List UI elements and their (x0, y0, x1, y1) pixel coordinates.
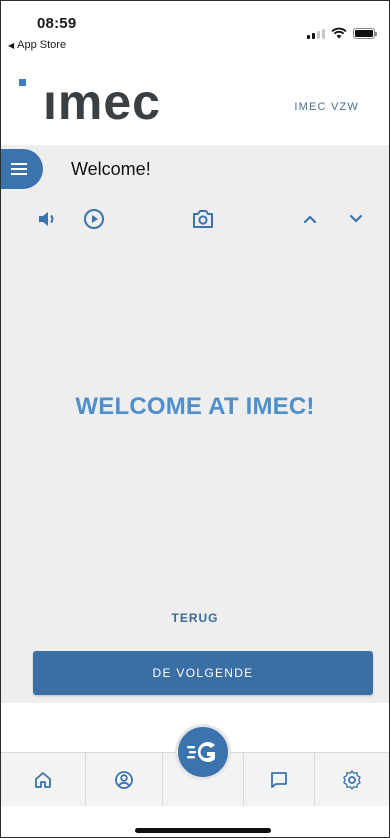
system-icons (307, 27, 377, 39)
speaker-icon (39, 212, 54, 226)
back-app-label: App Store (17, 39, 67, 51)
media-controls (1, 193, 389, 245)
company-name: IMEC VZW (294, 101, 359, 113)
app-header: ımec IMEC VZW (1, 57, 389, 145)
back-to-app-link[interactable]: ◀ App Store (8, 39, 66, 51)
home-icon (35, 772, 51, 788)
wifi-icon (331, 27, 347, 39)
play-icon (84, 209, 104, 229)
nav-profile[interactable] (86, 753, 162, 807)
settings-icon (343, 770, 361, 790)
next-button[interactable]: DE VOLGENDE (33, 651, 373, 695)
chat-icon (271, 772, 287, 788)
camera-button[interactable] (191, 207, 215, 231)
brand-action-button[interactable] (175, 724, 231, 780)
back-button[interactable]: TERUG (1, 611, 389, 625)
brand-icon (187, 742, 215, 762)
chevron-down-icon (349, 214, 363, 223)
home-bar (1, 806, 389, 837)
home-indicator[interactable] (135, 828, 271, 833)
profile-icon (115, 771, 133, 789)
speaker-button[interactable] (35, 207, 59, 231)
scroll-down-button[interactable] (344, 207, 368, 231)
nav-chat[interactable] (244, 753, 314, 807)
battery-icon (353, 27, 377, 39)
logo-dot (19, 79, 26, 86)
status-bar: 08:59 ◀ App Store (1, 1, 389, 57)
signal-icon (307, 28, 325, 39)
chevron-up-icon (303, 215, 317, 224)
imec-logo: ımec (43, 74, 161, 130)
page-title: Welcome! (71, 159, 151, 179)
play-button[interactable] (82, 207, 106, 231)
hamburger-icon (11, 163, 27, 175)
menu-button[interactable] (1, 149, 43, 189)
welcome-heading: WELCOME AT IMEC! (75, 393, 315, 420)
app-screen: 08:59 ◀ App Store ımec IMEC VZW Welcome!… (0, 0, 390, 838)
back-triangle-icon: ◀ (8, 40, 15, 50)
content-area: WELCOME AT IMEC! TERUG DE VOLGENDE (1, 245, 389, 703)
camera-icon (193, 210, 213, 228)
scroll-up-button[interactable] (298, 207, 322, 231)
status-time: 08:59 (37, 15, 77, 32)
nav-home[interactable] (1, 753, 85, 807)
title-bar: Welcome! (1, 145, 389, 193)
nav-settings[interactable] (315, 753, 389, 807)
